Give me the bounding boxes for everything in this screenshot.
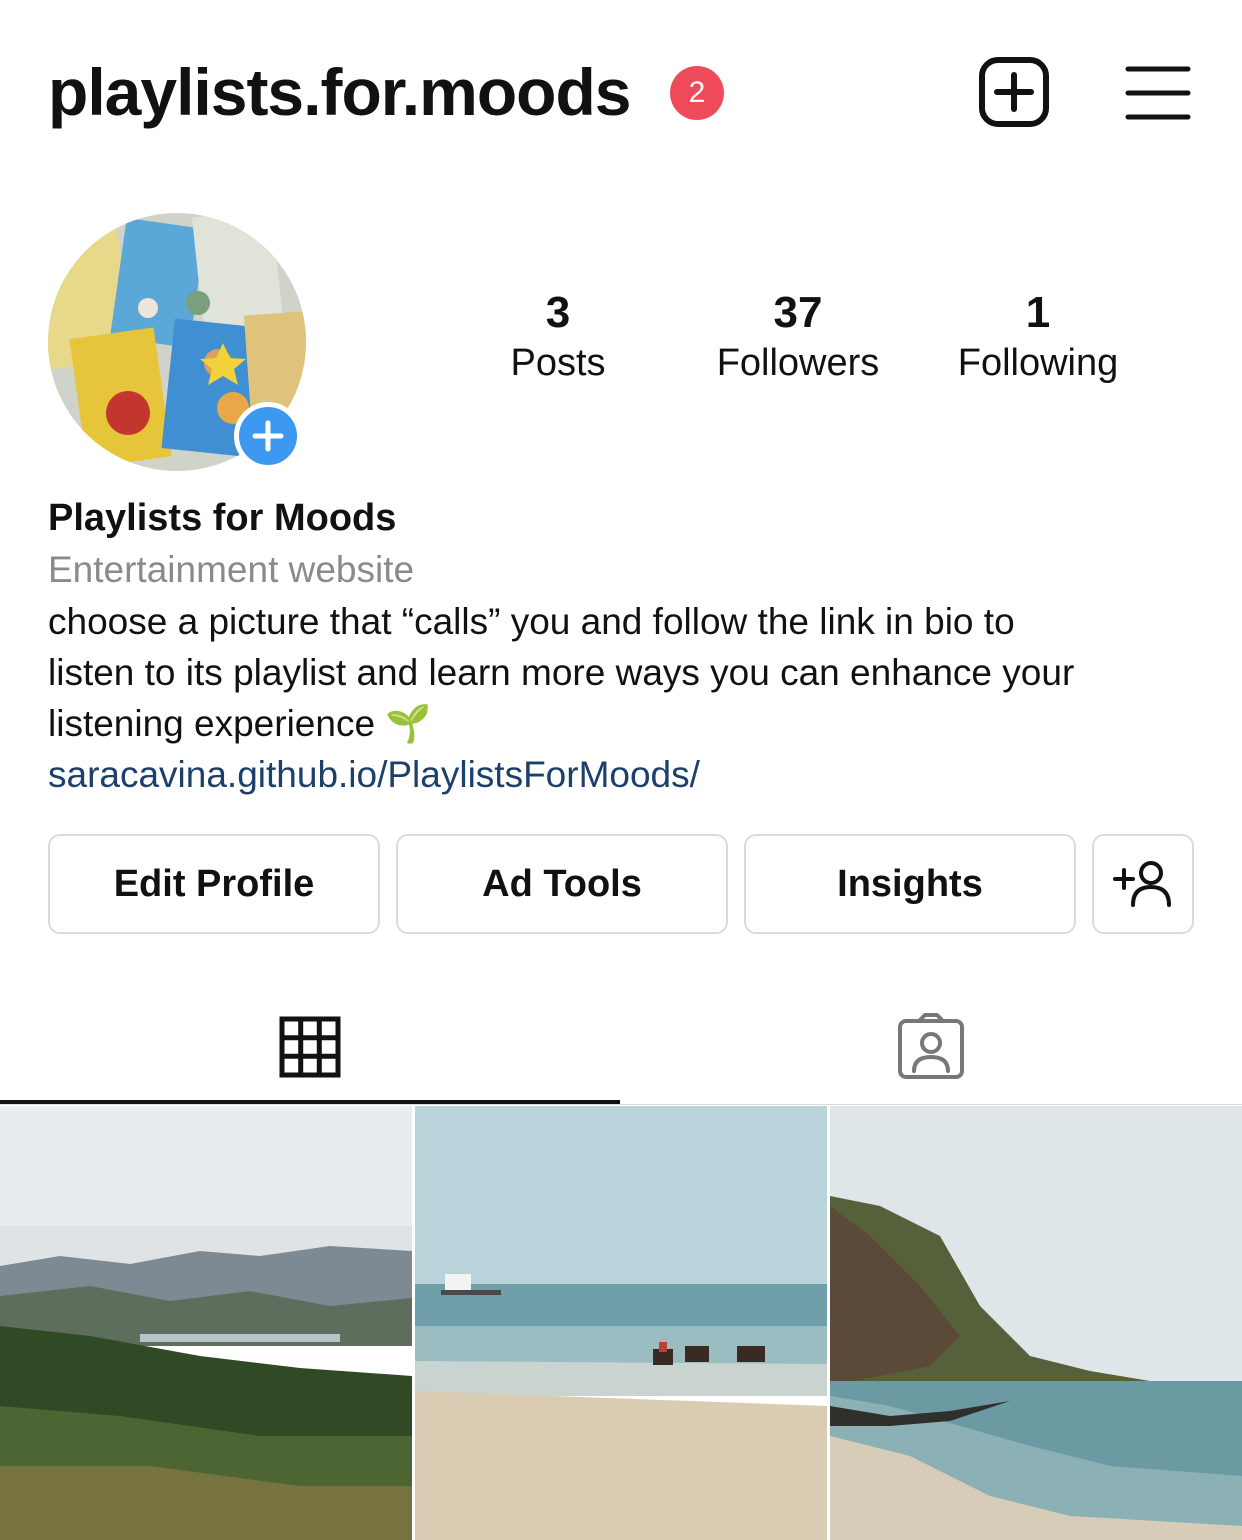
followers-label: Followers [716,342,880,384]
display-name: Playlists for Moods [48,497,397,539]
post-thumbnail-3[interactable] [830,1106,1242,1540]
posts-label: Posts [510,342,606,384]
menu-button[interactable] [1124,64,1192,122]
profile-bio: Playlists for Moods Entertainment websit… [48,492,1208,800]
grid-icon [279,1016,341,1078]
plus-square-icon [979,57,1049,127]
following-label: Following [957,342,1119,384]
bio-line: listening experience 🌱 [48,703,432,744]
bio-link[interactable]: saracavina.github.io/PlaylistsForMoods/ [48,749,1208,800]
plus-icon [252,420,284,452]
add-story-button[interactable] [234,402,302,470]
insights-button[interactable]: Insights [744,834,1076,934]
posts-stat[interactable]: 3 Posts [448,286,668,386]
profile-username[interactable]: playlists.for.moods [48,52,631,132]
posts-count: 3 [545,288,571,337]
post-thumbnail-2[interactable] [415,1106,827,1540]
tagged-person-icon [898,1013,964,1079]
following-count: 1 [1025,288,1051,337]
profile-avatar-container [48,213,306,471]
discover-people-button[interactable] [1092,834,1194,934]
edit-profile-button[interactable]: Edit Profile [48,834,380,934]
post-thumbnail-1[interactable] [0,1106,412,1540]
following-stat[interactable]: 1 Following [928,286,1148,386]
profile-category: Entertainment website [48,549,415,590]
profile-header: playlists.for.moods 2 [0,0,1242,180]
notification-badge[interactable]: 2 [670,66,724,120]
followers-stat[interactable]: 37 Followers [688,286,908,386]
bio-line: choose a picture that “calls” you and fo… [48,601,1015,642]
ad-tools-button[interactable]: Ad Tools [396,834,728,934]
new-post-button[interactable] [978,56,1050,128]
hamburger-menu-icon [1125,66,1191,120]
bio-line: listen to its playlist and learn more wa… [48,652,1075,693]
followers-count: 37 [773,288,823,337]
tab-divider [0,1104,1242,1105]
tab-posts-grid[interactable] [0,990,620,1104]
add-person-icon [1113,861,1171,907]
tab-tagged[interactable] [621,990,1241,1104]
